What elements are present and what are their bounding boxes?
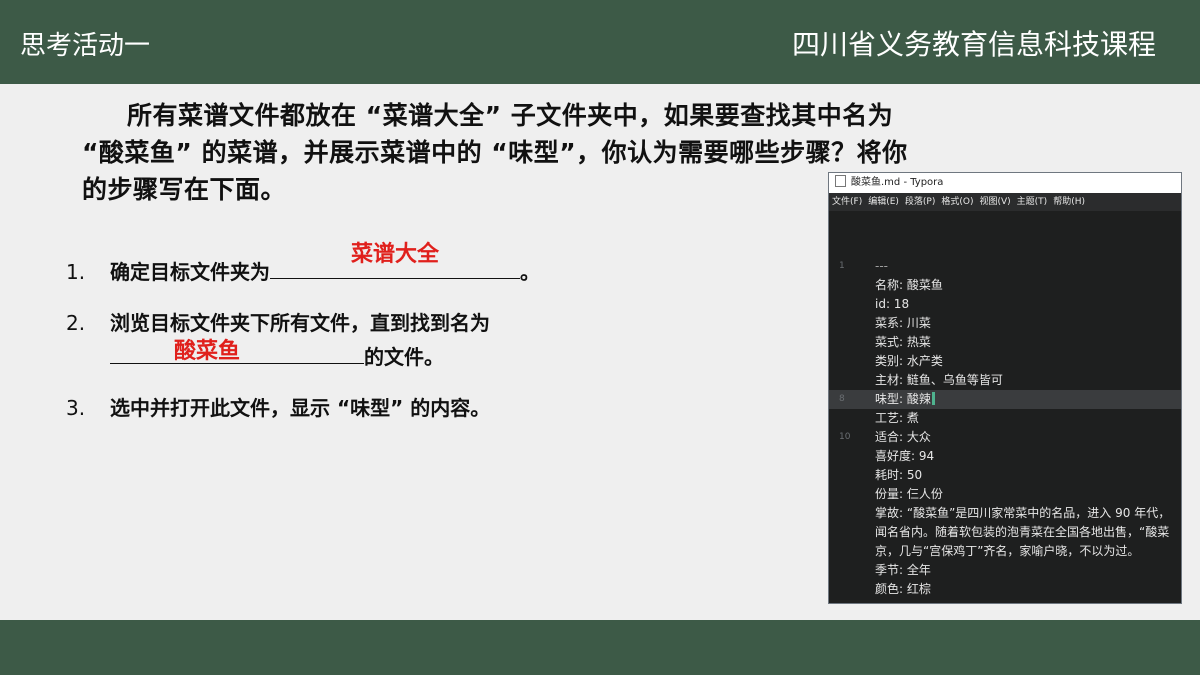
line-text: 适合: 大众	[875, 430, 931, 444]
course-title: 四川省义务教育信息科技课程	[791, 28, 1156, 61]
answer-text: 酸菜鱼	[173, 339, 240, 364]
line-number: 10	[839, 432, 851, 442]
line-number: 8	[839, 394, 845, 404]
menu-item[interactable]: 格式(O)	[941, 197, 973, 207]
line-text: 类别: 水产类	[875, 354, 943, 368]
editor-line[interactable]: 颜色: 红棕	[829, 580, 1181, 599]
editor-line[interactable]: 8 味型: 酸辣	[829, 390, 1181, 409]
window-titlebar: 酸菜鱼.md - Typora	[829, 173, 1181, 193]
editor-line[interactable]: 主材: 鲢鱼、乌鱼等皆可	[829, 371, 1181, 390]
text-cursor	[931, 392, 935, 405]
window-title: 酸菜鱼.md - Typora	[851, 177, 944, 188]
line-text: 味型: 酸辣	[875, 390, 935, 409]
typora-window: 酸菜鱼.md - Typora 文件(F) 编辑(E) 段落(P) 格式(O) 视图(V…	[828, 172, 1182, 604]
menu-item[interactable]: 段落(P)	[905, 197, 935, 207]
line-text: 菜系: 川菜	[875, 316, 931, 330]
line-text: 闻名省内。随着软包装的泡青菜在全国各地出售，“酸菜	[875, 525, 1170, 539]
menu-bar: 文件(F) 编辑(E) 段落(P) 格式(O) 视图(V) 主题(T) 帮助(H)	[829, 193, 1181, 211]
menu-item[interactable]: 编辑(E)	[868, 197, 899, 207]
line-text: 耗时: 50	[875, 468, 923, 482]
editor-line[interactable]: 掌故: “酸菜鱼”是四川家常菜中的名品，进入 90 年代，	[829, 504, 1181, 523]
menu-item[interactable]: 文件(F)	[832, 197, 862, 207]
question-line: 所有菜谱文件都放在 “菜谱大全” 子文件夹中，如果要查找其中名为	[127, 101, 894, 130]
header-bar: 思考活动一 四川省义务教育信息科技课程	[0, 0, 1200, 84]
step-3: 3. 选中并打开此文件，显示 “味型” 的内容。	[66, 393, 490, 423]
editor-line[interactable]: 名称: 酸菜鱼	[829, 276, 1181, 295]
question-line: “酸菜鱼” 的菜谱，并展示菜谱中的 “味型”，你认为需要哪些步骤？将你	[82, 138, 908, 167]
editor-line[interactable]: 菜系: 川菜	[829, 314, 1181, 333]
line-text: ---	[875, 259, 888, 273]
answer-text: 菜谱大全	[350, 242, 439, 267]
editor-line[interactable]: 京，几与“宫保鸡丁”齐名，家喻户晓，不以为过。	[829, 542, 1181, 561]
line-text: 季节: 全年	[875, 563, 931, 577]
line-text: 颜色: 红棕	[875, 582, 931, 596]
step-text: 确定目标文件夹为	[110, 260, 270, 284]
step-text: 。	[520, 260, 540, 284]
footer-bar	[0, 620, 1200, 675]
editor-line[interactable]: id: 18	[829, 295, 1181, 314]
step-1: 1. 确定目标文件夹为 菜谱大全。	[66, 242, 540, 287]
editor-line[interactable]: 10 适合: 大众	[829, 428, 1181, 447]
line-number: 1	[839, 261, 845, 271]
editor-line[interactable]: 季节: 全年	[829, 561, 1181, 580]
step-2: 2. 浏览目标文件夹下所有文件，直到找到名为	[66, 308, 490, 338]
editor-line[interactable]: 工艺: 煮	[829, 409, 1181, 428]
step-text: 选中并打开此文件，显示 “味型” 的内容。	[110, 396, 491, 420]
step-number: 1.	[66, 260, 86, 284]
answer-blank: 酸菜鱼	[110, 339, 364, 364]
editor-line[interactable]: 耗时: 50	[829, 466, 1181, 485]
line-text: 工艺: 煮	[875, 411, 919, 425]
menu-item[interactable]: 帮助(H)	[1053, 197, 1085, 207]
line-text: 主材: 鲢鱼、乌鱼等皆可	[875, 373, 1003, 387]
step-number: 2.	[66, 311, 86, 335]
step-text: 的文件。	[364, 345, 444, 369]
editor-area[interactable]: 1 --- 名称: 酸菜鱼 id: 18 菜系: 川菜 菜式: 热菜 类别: 水产类主材: …	[829, 257, 1181, 599]
editor-line[interactable]: 1 ---	[829, 257, 1181, 276]
line-text: 菜式: 热菜	[875, 335, 931, 349]
menu-item[interactable]: 视图(V)	[979, 197, 1010, 207]
step-text: 浏览目标文件夹下所有文件，直到找到名为	[110, 311, 490, 335]
document-icon	[835, 175, 846, 187]
editor-line[interactable]: 类别: 水产类	[829, 352, 1181, 371]
line-text: id: 18	[875, 297, 910, 311]
line-text: 喜好度: 94	[875, 449, 935, 463]
activity-title: 思考活动一	[20, 31, 151, 61]
answer-blank: 菜谱大全	[270, 242, 520, 279]
editor-line[interactable]: 喜好度: 94	[829, 447, 1181, 466]
editor-line[interactable]: 份量: 仨人份	[829, 485, 1181, 504]
line-text: 名称: 酸菜鱼	[875, 278, 943, 292]
editor-line[interactable]: 闻名省内。随着软包装的泡青菜在全国各地出售，“酸菜	[829, 523, 1181, 542]
step-number: 3.	[66, 396, 86, 420]
step-2-continued: 酸菜鱼 的文件。	[110, 339, 444, 372]
line-text: 份量: 仨人份	[875, 487, 943, 501]
line-text: 京，几与“宫保鸡丁”齐名，家喻户晓，不以为过。	[875, 544, 1140, 558]
editor-line[interactable]: 菜式: 热菜	[829, 333, 1181, 352]
line-text: 掌故: “酸菜鱼”是四川家常菜中的名品，进入 90 年代，	[875, 506, 1171, 520]
menu-item[interactable]: 主题(T)	[1017, 197, 1048, 207]
